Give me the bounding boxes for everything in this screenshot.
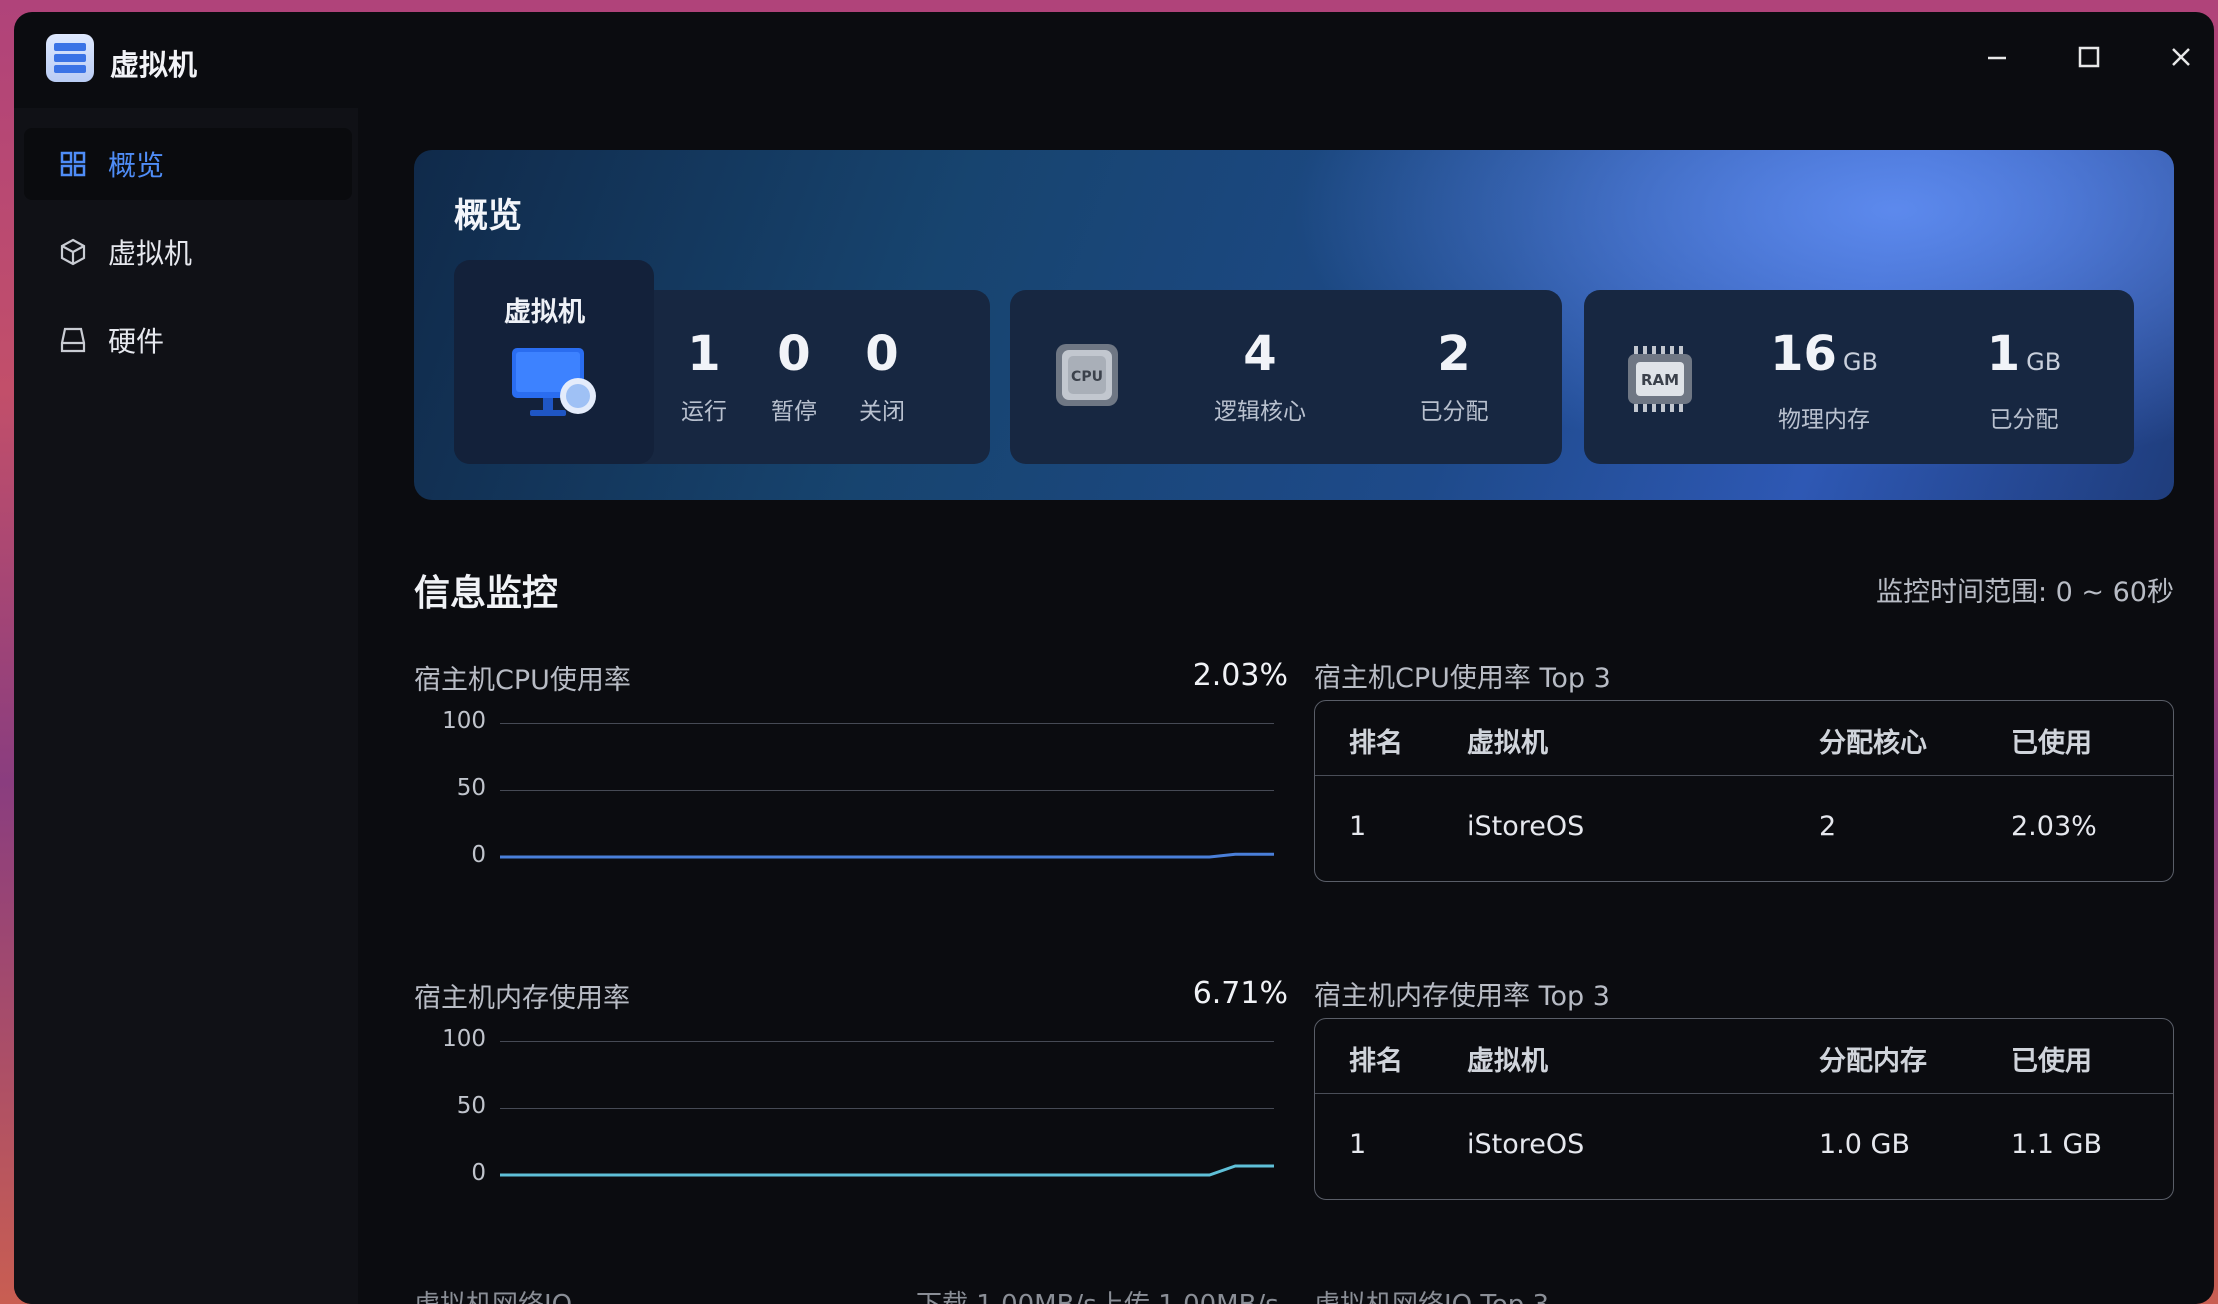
main-content: 概览 虚拟机 1 运行 0 暂停 0 关闭 CPU 4 逻辑核心 2 已分配 R…: [358, 108, 2214, 1304]
monitor-icon: [512, 348, 596, 416]
minimize-button[interactable]: [1974, 34, 2020, 80]
vm-card-tab: 虚拟机: [454, 260, 654, 464]
column-header: 虚拟机: [1467, 728, 1548, 759]
cpu-stats-card: CPU 4 逻辑核心 2 已分配: [1010, 290, 1562, 464]
stat-label: 逻辑核心: [1214, 399, 1306, 425]
network-chart-title: 虚拟机网络IO: [414, 1284, 572, 1304]
table-cell: iStoreOS: [1467, 1129, 1585, 1160]
network-download-rate: 下载 1.00MB/s: [916, 1284, 1097, 1304]
app-title: 虚拟机: [110, 48, 198, 82]
network-top3-title: 虚拟机网络IO Top 3: [1314, 1284, 1549, 1304]
sidebar-item-hardware[interactable]: 硬件: [24, 304, 352, 376]
stat-number: 16: [1770, 326, 1837, 382]
maximize-button[interactable]: [2066, 34, 2112, 80]
network-upload-rate: 上传 1.00MB/s: [1098, 1284, 1279, 1304]
y-tick: 100: [442, 1026, 486, 1052]
table-header: 排名 虚拟机 分配核心 已使用: [1315, 701, 2173, 776]
stat-value: 1: [687, 326, 721, 382]
table-cell: 2: [1819, 811, 1837, 842]
sidebar-item-vms[interactable]: 虚拟机: [24, 216, 352, 288]
sidebar-item-overview[interactable]: 概览: [24, 128, 352, 200]
minimize-icon: [1988, 56, 2006, 60]
close-icon: [2172, 48, 2190, 66]
allocated-memory-stat: 1 GB 已分配: [1934, 324, 2114, 434]
mem-chart-title: 宿主机内存使用率: [414, 983, 630, 1014]
table-cell: 1.0 GB: [1819, 1129, 1910, 1160]
memory-usage-line: [500, 1164, 1274, 1177]
column-header: 已使用: [2011, 1046, 2092, 1077]
sidebar-item-label: 虚拟机: [108, 237, 193, 270]
monitor-time-range: 监控时间范围: 0 ~ 60秒: [1875, 577, 2174, 608]
stat-number: 1: [1986, 326, 2021, 382]
overview-banner: 概览 虚拟机 1 运行 0 暂停 0 关闭 CPU 4 逻辑核心 2 已分配 R…: [414, 150, 2174, 500]
sidebar-item-label: 概览: [108, 149, 165, 182]
y-tick: 50: [456, 1093, 486, 1119]
ram-chip-icon: RAM: [1628, 346, 1692, 412]
stat-value: 4: [1243, 326, 1277, 382]
vm-running-stat: 1 运行: [664, 324, 744, 426]
maximize-icon: [2078, 46, 2100, 68]
ram-chip-label: RAM: [1641, 371, 1679, 389]
table-cell: 1.1 GB: [2011, 1129, 2102, 1160]
app-logo-icon: [46, 34, 94, 82]
stat-value: 16 GB: [1734, 324, 1914, 392]
mem-chart-current: 6.71%: [1192, 976, 1288, 1011]
mem-top3-title: 宿主机内存使用率 Top 3: [1314, 981, 1610, 1012]
vm-card-label: 虚拟机: [504, 297, 585, 328]
overview-title: 概览: [454, 196, 522, 236]
column-header: 排名: [1349, 728, 1403, 759]
drive-icon: [58, 325, 88, 355]
cpu-top3-title: 宿主机CPU使用率 Top 3: [1314, 663, 1611, 694]
cpu-chart-title: 宿主机CPU使用率: [414, 665, 631, 696]
column-header: 分配核心: [1819, 728, 1927, 759]
stat-unit: GB: [2026, 348, 2062, 376]
column-header: 排名: [1349, 1046, 1403, 1077]
y-tick: 100: [442, 708, 486, 734]
stat-label: 暂停: [771, 399, 817, 425]
grid-icon: [58, 149, 88, 179]
vm-stopped-stat: 0 关闭: [842, 324, 922, 426]
y-tick: 50: [456, 775, 486, 801]
stat-unit: GB: [1842, 348, 1878, 376]
y-tick: 0: [471, 842, 486, 868]
stat-label: 关闭: [859, 399, 905, 425]
stat-value: 2: [1437, 326, 1471, 382]
monitor-section-title: 信息监控: [414, 573, 559, 614]
table-cell: 1: [1349, 1129, 1367, 1160]
stat-label: 已分配: [1419, 399, 1489, 425]
physical-memory-stat: 16 GB 物理内存: [1734, 324, 1914, 434]
sidebar: 概览 虚拟机 硬件: [14, 108, 358, 1304]
stat-label: 物理内存: [1778, 407, 1870, 433]
sidebar-item-label: 硬件: [108, 325, 165, 358]
stat-value: 0: [865, 326, 899, 382]
table-cell: iStoreOS: [1467, 811, 1585, 842]
cpu-cores-stat: 4 逻辑核心: [1180, 324, 1340, 426]
stat-label: 已分配: [1989, 407, 2059, 433]
stat-label: 运行: [681, 399, 727, 425]
memory-usage-chart: [500, 1164, 1274, 1177]
column-header: 分配内存: [1819, 1046, 1927, 1077]
cube-icon: [58, 237, 88, 267]
stat-value: 0: [777, 326, 811, 382]
table-cell: 2.03%: [2011, 811, 2097, 842]
cpu-chart-current: 2.03%: [1192, 658, 1288, 693]
cpu-chip-label: CPU: [1071, 369, 1103, 385]
cpu-usage-chart: [500, 852, 1274, 859]
title-bar: 虚拟机: [14, 12, 2214, 100]
vm-paused-stat: 0 暂停: [754, 324, 834, 426]
y-tick: 0: [471, 1160, 486, 1186]
column-header: 已使用: [2011, 728, 2092, 759]
close-button[interactable]: [2158, 34, 2204, 80]
app-window: 虚拟机 概览 虚拟机 硬件 概览 虚拟机 1 运行 0 暂停 0 关闭 CPU …: [14, 12, 2214, 1304]
cpu-chip-icon: CPU: [1056, 344, 1118, 406]
cpu-usage-line: [500, 852, 1274, 859]
ram-stats-card: RAM 16 GB 物理内存 1 GB 已分配: [1584, 290, 2134, 464]
cpu-top3-table: 排名 虚拟机 分配核心 已使用 1 iStoreOS 2 2.03%: [1314, 700, 2174, 882]
table-header: 排名 虚拟机 分配内存 已使用: [1315, 1019, 2173, 1094]
column-header: 虚拟机: [1467, 1046, 1548, 1077]
stat-value: 1 GB: [1934, 324, 2114, 392]
table-cell: 1: [1349, 811, 1367, 842]
mem-top3-table: 排名 虚拟机 分配内存 已使用 1 iStoreOS 1.0 GB 1.1 GB: [1314, 1018, 2174, 1200]
cpu-allocated-stat: 2 已分配: [1374, 324, 1534, 426]
